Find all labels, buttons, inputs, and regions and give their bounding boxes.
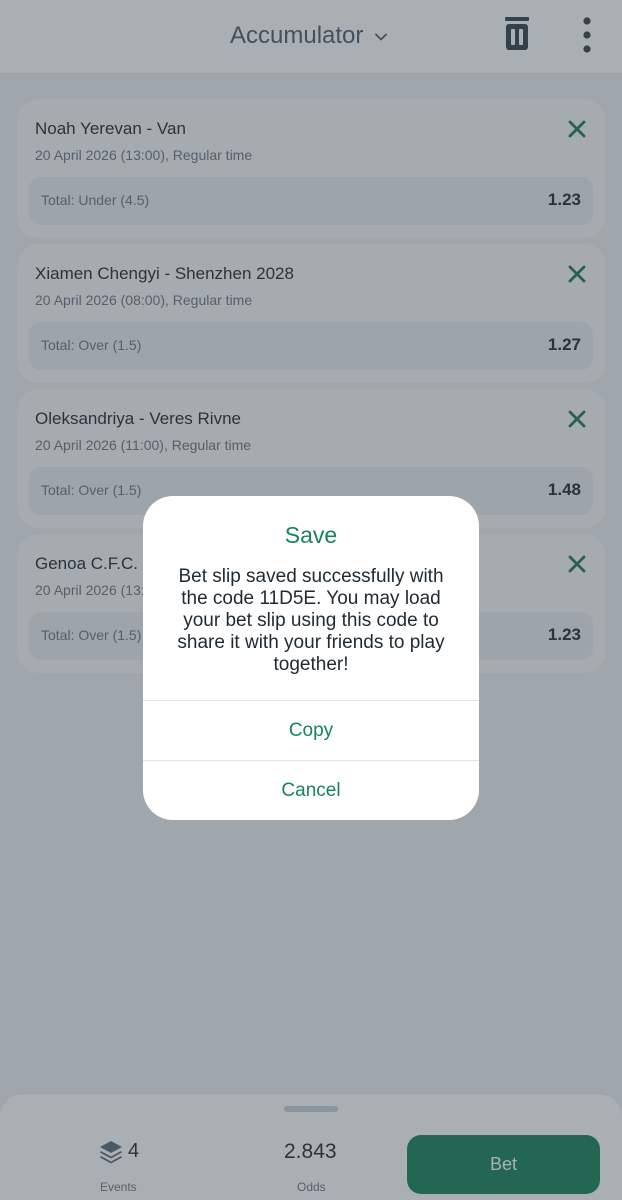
copy-button[interactable]: Copy xyxy=(143,700,479,760)
bet-slip-screen: Accumulator Noah Yerevan - Van 20 April … xyxy=(0,0,622,1200)
save-dialog: Save Bet slip saved successfully with th… xyxy=(143,496,479,820)
dialog-title: Save xyxy=(284,522,338,548)
dialog-message: Bet slip saved successfully with the cod… xyxy=(177,566,445,675)
cancel-button[interactable]: Cancel xyxy=(143,760,479,820)
